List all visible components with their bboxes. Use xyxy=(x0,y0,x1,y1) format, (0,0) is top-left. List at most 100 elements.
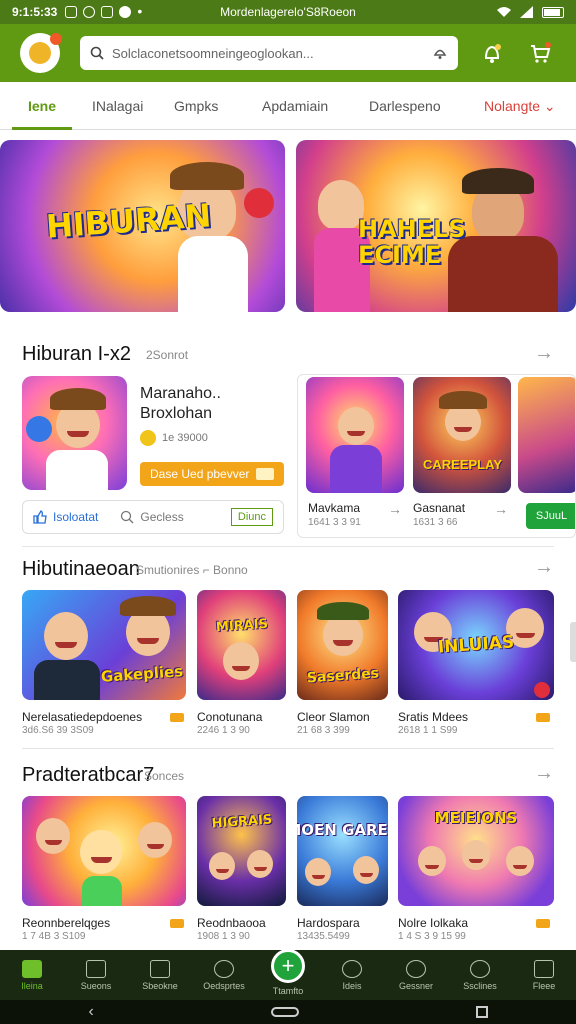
price-badge-icon xyxy=(536,713,550,722)
game-name: Hardospara xyxy=(297,916,360,930)
search-input[interactable] xyxy=(112,45,432,61)
more-dots-icon: • xyxy=(137,3,143,19)
section-arrow-icon[interactable]: → xyxy=(534,762,554,785)
game-tile[interactable]: Gakeplies xyxy=(22,590,186,700)
tab-more[interactable]: Nolangte ⌄ xyxy=(484,98,556,115)
nav-home[interactable]: Ileina xyxy=(0,950,64,1000)
section-title: Hibutinaeoan xyxy=(22,558,140,580)
app-icon xyxy=(101,6,114,18)
mini-game-meta: 1631 3 66 xyxy=(413,517,458,528)
like-button[interactable]: Isoloatat xyxy=(33,510,98,524)
scroll-handle[interactable] xyxy=(570,622,576,662)
featured-game-image[interactable] xyxy=(22,376,127,490)
check-circle-icon xyxy=(342,959,362,978)
tab-home[interactable]: Iene xyxy=(28,98,56,114)
mini-game-meta: 1641 3 3 91 xyxy=(308,517,361,528)
section-divider xyxy=(22,546,554,547)
game-name: Conotunana xyxy=(197,710,263,724)
mini-game-name: Mavkama xyxy=(308,501,361,515)
battery-icon xyxy=(542,6,564,18)
notification-bell-icon[interactable] xyxy=(478,39,506,67)
game-tile[interactable]: HIGRAIS xyxy=(197,796,286,906)
game-tile-label: HIGRAIS xyxy=(210,812,273,832)
nav-item-3[interactable]: Sbeokne xyxy=(128,950,192,1000)
cart-icon[interactable] xyxy=(526,39,554,67)
mini-game-card[interactable]: CAREEPLAY xyxy=(413,377,511,493)
section-arrow-icon[interactable]: → xyxy=(534,342,554,365)
game-tile-label: MIRAIS xyxy=(215,616,268,636)
section-title: Pradteratbcar7 xyxy=(22,764,155,786)
game-tile-label: Saserdes xyxy=(305,665,380,687)
character-hat xyxy=(170,162,244,190)
price-badge-icon xyxy=(170,713,184,722)
plus-icon: + xyxy=(271,948,305,983)
game-meta: 2618 1 1 S99 xyxy=(398,725,458,736)
thumbs-up-icon xyxy=(33,510,47,524)
featured-play-button[interactable]: Dase Ued pbevver xyxy=(140,462,284,486)
section-subtitle: 2Sonrot xyxy=(146,348,189,362)
mini-game-name: Gasnanat xyxy=(413,501,466,515)
coin-icon xyxy=(140,430,156,446)
game-tile-label: INLUIAS xyxy=(437,632,515,658)
tab-category-3[interactable]: Gmpks xyxy=(174,98,218,114)
mic-icon[interactable] xyxy=(432,45,448,61)
game-meta: 13435.5499 xyxy=(297,931,350,942)
tab-category-5[interactable]: Darlespeno xyxy=(369,98,441,114)
install-button[interactable]: SJuuL xyxy=(526,503,575,529)
mini-game-card[interactable] xyxy=(518,377,575,493)
nav-item-9[interactable]: Fleee xyxy=(512,950,576,1000)
search-bar[interactable] xyxy=(80,36,458,70)
featured-actions: Isoloatat Gecless Diunc xyxy=(22,500,284,534)
recents-icon[interactable] xyxy=(475,1006,488,1018)
nav-add[interactable]: + Ttamfto xyxy=(256,948,320,1000)
promo-banner-2[interactable]: HAHELS ECIME xyxy=(296,140,576,312)
arrow-right-icon[interactable]: → xyxy=(494,501,508,517)
game-name: Sratis Mdees xyxy=(398,710,469,724)
signal-icon xyxy=(520,6,533,18)
tab-category-2[interactable]: INalagai xyxy=(92,98,143,114)
nav-item-2[interactable]: Sueons xyxy=(64,950,128,1000)
system-navigation: ‹ xyxy=(0,1000,576,1024)
game-meta: 1908 1 3 90 xyxy=(197,931,250,942)
ball-icon xyxy=(244,188,274,218)
back-icon[interactable]: ‹ xyxy=(88,1003,93,1021)
section-arrow-icon[interactable]: → xyxy=(534,556,554,579)
user-icon xyxy=(214,959,234,978)
featured-game-name: Maranaho.. Broxlohan xyxy=(140,385,221,422)
bottom-navigation: Ileina Sueons Sbeokne Oedsprtes + Ttamfto… xyxy=(0,948,576,1000)
notification-icon xyxy=(65,6,78,18)
game-tile[interactable] xyxy=(22,796,186,906)
game-tile[interactable]: MIRAIS xyxy=(197,590,286,700)
folder-icon xyxy=(534,959,554,978)
wifi-icon xyxy=(497,7,511,17)
message-icon xyxy=(83,6,96,18)
banner-title: HAHELS ECIME xyxy=(358,215,466,269)
comment-icon xyxy=(121,510,134,524)
game-meta: 21 68 3 399 xyxy=(297,725,350,736)
mini-game-card[interactable] xyxy=(306,377,404,493)
game-tile[interactable]: MEIEIONS xyxy=(398,796,554,906)
game-name: Cleor Slamon xyxy=(297,710,370,724)
grid-icon xyxy=(86,959,106,978)
game-tile-label: MOEN GARES xyxy=(297,821,388,839)
comment-button[interactable]: Gecless xyxy=(120,510,184,524)
game-name: Nerelasatiedepdoenes xyxy=(22,710,143,724)
featured-game-card[interactable]: Maranaho.. Broxlohan 1e 39000 Dase Ued p… xyxy=(22,374,284,536)
promo-banner-1[interactable]: HIBURAN xyxy=(0,140,285,312)
home-icon xyxy=(22,959,42,978)
app-logo[interactable] xyxy=(20,33,62,73)
nav-item-7[interactable]: Gessner xyxy=(384,950,448,1000)
nav-item-8[interactable]: Ssclines xyxy=(448,950,512,1000)
game-meta: 1 7 4B 3 S109 xyxy=(22,931,86,942)
arrow-right-icon[interactable]: → xyxy=(388,501,402,517)
game-tile[interactable]: Saserdes xyxy=(297,590,388,700)
game-tile[interactable]: INLUIAS xyxy=(398,590,554,700)
more-button[interactable]: Diunc xyxy=(230,508,273,526)
game-name: Reonnberelqges xyxy=(22,916,111,930)
ticket-icon xyxy=(256,468,274,480)
nav-item-4[interactable]: Oedsprtes xyxy=(192,950,256,1000)
nav-item-6[interactable]: Ideis xyxy=(320,950,384,1000)
home-pill-icon[interactable] xyxy=(270,1007,299,1017)
tab-category-4[interactable]: Apdamiain xyxy=(262,98,328,114)
game-tile[interactable]: MOEN GARES xyxy=(297,796,388,906)
